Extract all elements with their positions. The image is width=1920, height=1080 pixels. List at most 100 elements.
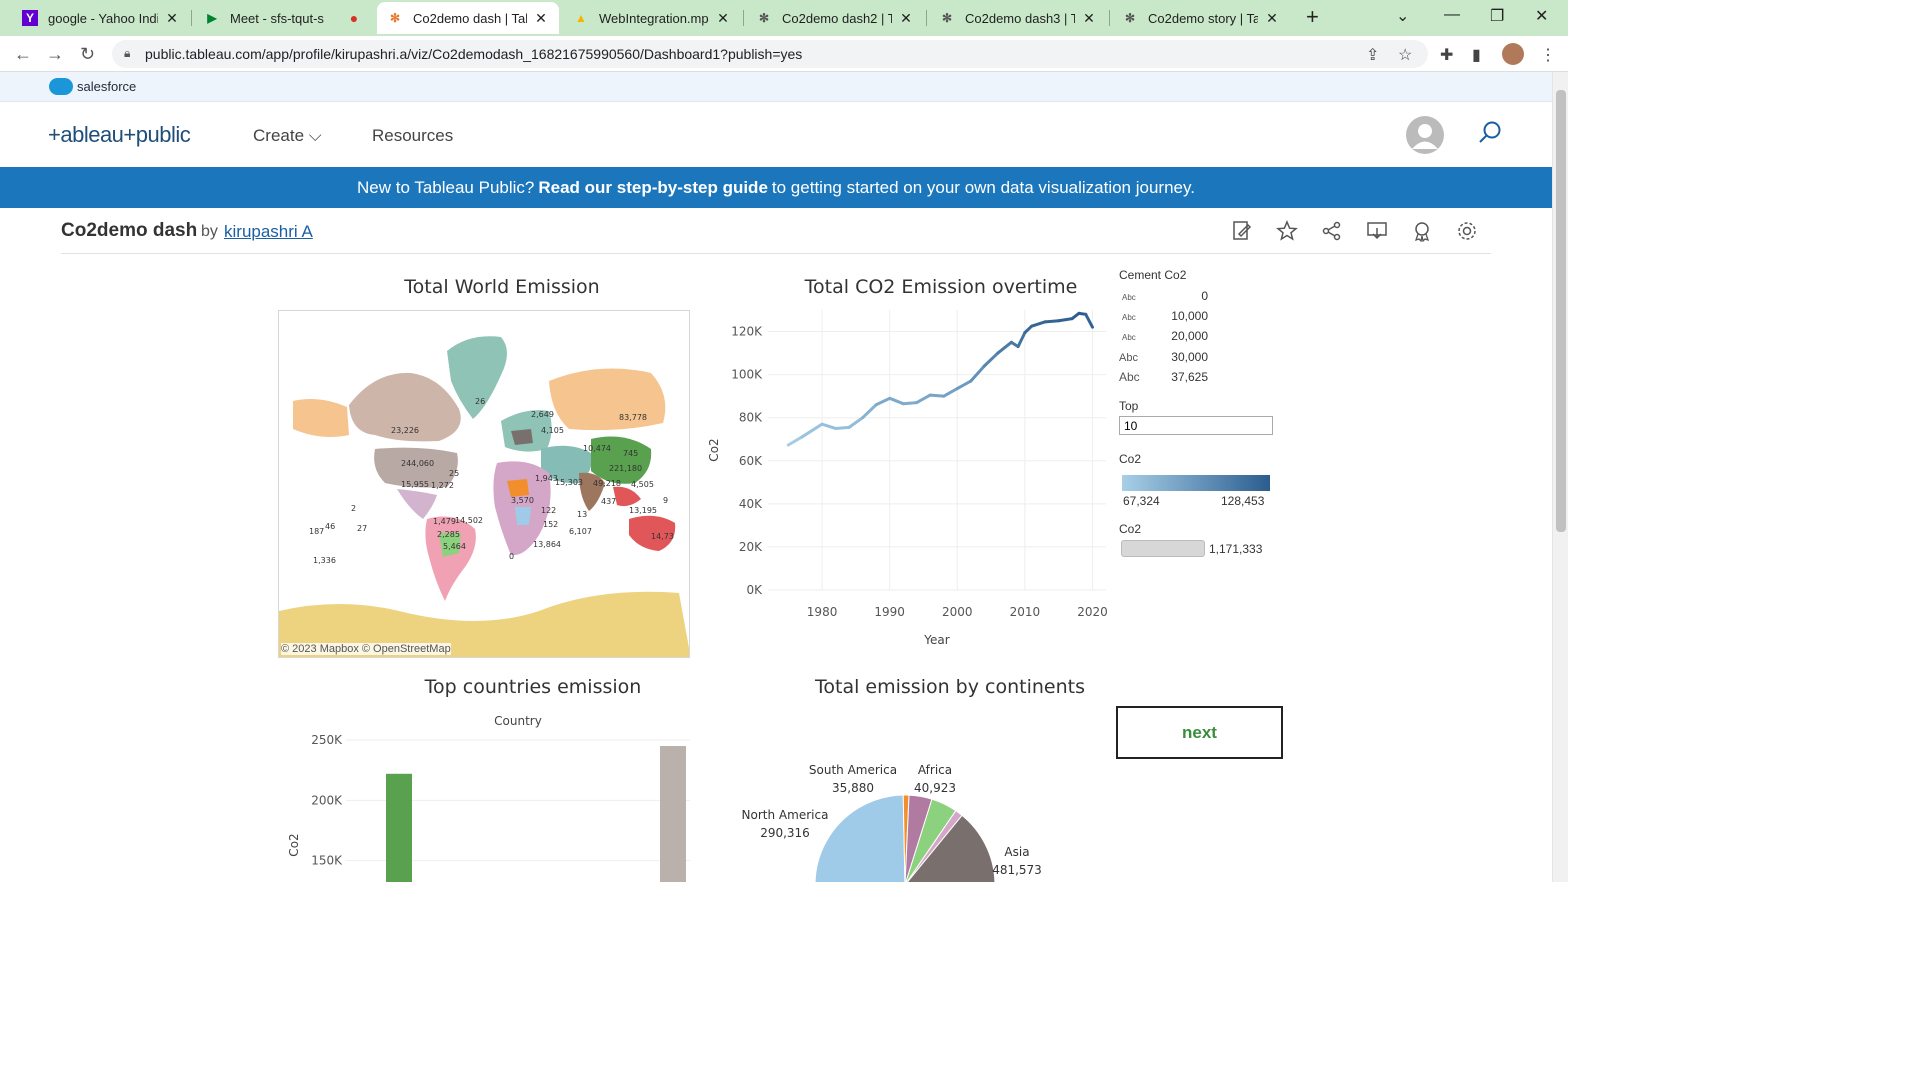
world-emission-map[interactable]: 26 23,226 244,060 25 15,955 1,272 83,778… (278, 310, 690, 658)
cement-legend-item[interactable]: Abc 20,000 (1122, 329, 1208, 343)
tableau-public-logo[interactable]: +ableau+public (48, 122, 191, 148)
map-canvas[interactable]: 26 23,226 244,060 25 15,955 1,272 83,778… (279, 311, 690, 658)
y-tick-label: 0K (746, 583, 763, 597)
resources-menu[interactable]: Resources (372, 126, 453, 146)
line-segment (786, 435, 804, 447)
address-toolbar: ← → ↻ 🔒︎ public.tableau.com/app/profile/… (0, 36, 1568, 72)
settings-gear-icon[interactable] (1456, 220, 1478, 242)
author-link[interactable]: kirupashri A (224, 222, 313, 242)
map-label: 4,105 (541, 426, 564, 435)
yahoo-icon: Y (22, 10, 38, 26)
map-attribution[interactable]: © 2023 Mapbox © OpenStreetMap (281, 643, 451, 655)
close-icon[interactable]: ✕ (898, 10, 914, 27)
abc-marker: Abc (1122, 333, 1136, 342)
close-icon[interactable]: ✕ (164, 10, 180, 27)
salesforce-label[interactable]: salesforce (77, 79, 136, 94)
line-segment (888, 396, 905, 406)
close-icon[interactable]: ✕ (1081, 10, 1097, 27)
y-tick-label: 250K (311, 733, 343, 747)
co2-color-ramp[interactable] (1122, 475, 1270, 491)
bar (386, 773, 412, 882)
download-icon[interactable] (1366, 220, 1388, 242)
tab-meet[interactable]: ▶ Meet - sfs-tqut-s ● (194, 2, 372, 34)
map-label: 221,180 (609, 464, 642, 473)
tab-title: Co2demo dash2 | Tab (782, 10, 892, 26)
minimize-icon[interactable]: — (1444, 6, 1460, 24)
scrollbar-thumb[interactable] (1556, 90, 1566, 532)
new-tab-icon[interactable]: + (1306, 4, 1319, 30)
top-parameter-input[interactable] (1119, 416, 1273, 435)
salesforce-cloud-icon (49, 78, 73, 95)
sidebar-icon[interactable]: ▮ (1472, 45, 1481, 65)
back-icon[interactable]: ← (14, 44, 32, 65)
co2-color-legend-title: Co2 (1119, 452, 1142, 466)
cement-legend-item[interactable]: Abc 0 (1122, 289, 1208, 303)
close-icon[interactable]: ✕ (1264, 10, 1280, 27)
user-avatar-icon[interactable] (1406, 116, 1444, 154)
tab-title: Co2demo dash | Table (413, 10, 527, 26)
restore-icon[interactable]: ❐ (1490, 6, 1504, 26)
tab-webintegration[interactable]: ▲ WebIntegration.mp4 ✕ (563, 2, 741, 34)
legend-value: 10,000 (1171, 309, 1208, 323)
map-label: 46 (325, 522, 335, 531)
create-menu[interactable]: Create ⌵ (253, 126, 322, 146)
y-axis-label: Co2 (707, 438, 721, 461)
meet-icon: ▶ (207, 11, 217, 25)
map-label: 244,060 (401, 459, 434, 468)
map-label: 122 (541, 506, 556, 515)
tab-co2demo-dash2[interactable]: ✻ Co2demo dash2 | Tab ✕ (746, 2, 924, 34)
badge-icon[interactable] (1411, 220, 1433, 242)
share-icon[interactable] (1321, 220, 1343, 242)
page-scrollbar[interactable] (1552, 72, 1568, 882)
line-segment (847, 416, 865, 429)
close-icon[interactable]: ✕ (533, 10, 549, 27)
more-menu-icon[interactable]: ⋮ (1540, 45, 1556, 65)
forward-icon[interactable]: → (46, 44, 64, 65)
search-icon[interactable] (1478, 120, 1502, 144)
central-africa-shape[interactable] (515, 507, 531, 525)
continents-pie-chart[interactable]: South America 35,880 Africa 40,923 North Ame… (730, 745, 1110, 882)
co2-over-time-line-chart[interactable]: 0K 20K 40K 60K 80K 100K 120K 1980 1990 2000 2010 20… (700, 300, 1120, 660)
tab-co2demo-dash3[interactable]: ✻ Co2demo dash3 | Tab ✕ (929, 2, 1107, 34)
share-icon[interactable]: ⇪ (1366, 45, 1379, 65)
url-bar[interactable]: 🔒︎ public.tableau.com/app/profile/kirupa… (112, 40, 1428, 68)
co2-min-label: 67,324 (1123, 494, 1160, 508)
pie-label: Africa (918, 763, 952, 777)
map-label: 15,303 (555, 478, 583, 487)
profile-avatar[interactable] (1502, 43, 1524, 65)
co2-size-swatch[interactable] (1121, 540, 1205, 557)
y-axis-label: Co2 (287, 833, 301, 856)
reload-icon[interactable]: ↻ (80, 44, 95, 65)
step-by-step-guide-link[interactable]: Read our step-by-step guide (538, 178, 768, 198)
tab-title: Meet - sfs-tqut-s (230, 10, 324, 26)
tableau-icon: ✻ (1124, 11, 1136, 25)
extensions-icon[interactable]: ✚ (1440, 45, 1453, 65)
cement-legend-item[interactable]: Abc 10,000 (1122, 309, 1208, 323)
tab-yahoo[interactable]: Y google - Yahoo India ✕ (12, 2, 190, 34)
tab-co2demo-story[interactable]: ✻ Co2demo story | Tabl ✕ (1112, 2, 1290, 34)
map-label: 745 (623, 449, 638, 458)
tab-co2demo-dash[interactable]: ✻ Co2demo dash | Table ✕ (377, 2, 559, 34)
x-tick-label: 1990 (874, 605, 905, 619)
tab-separator (743, 10, 744, 26)
url-text[interactable]: public.tableau.com/app/profile/kirupashr… (145, 46, 802, 62)
top-countries-bar-chart[interactable]: CountryCo2100K150K200K250K (280, 705, 700, 882)
chevron-down-icon[interactable]: ⌄ (1396, 6, 1409, 26)
favorite-star-icon[interactable] (1276, 220, 1298, 242)
star-icon[interactable]: ☆ (1398, 45, 1412, 65)
abc-marker: Abc (1122, 293, 1136, 302)
cement-legend-item[interactable]: Abc 30,000 (1119, 350, 1208, 364)
browser-tab-strip: Y google - Yahoo India ✕ ▶ Meet - sfs-tq… (0, 0, 1568, 36)
close-icon[interactable]: ✕ (715, 10, 731, 27)
co2-size-legend-title: Co2 (1119, 522, 1142, 536)
cement-legend-item[interactable]: Abc 37,625 (1119, 370, 1208, 384)
alaska-shape[interactable] (293, 399, 349, 437)
line-segment (996, 340, 1013, 355)
pie-label: South America (809, 763, 897, 777)
tab-title: Co2demo dash3 | Tab (965, 10, 1075, 26)
next-button[interactable]: next (1116, 706, 1283, 759)
russia-shape[interactable] (549, 368, 666, 431)
edit-icon[interactable] (1231, 220, 1253, 242)
close-window-icon[interactable]: ✕ (1535, 6, 1548, 26)
salesforce-bar: salesforce (0, 72, 1552, 102)
